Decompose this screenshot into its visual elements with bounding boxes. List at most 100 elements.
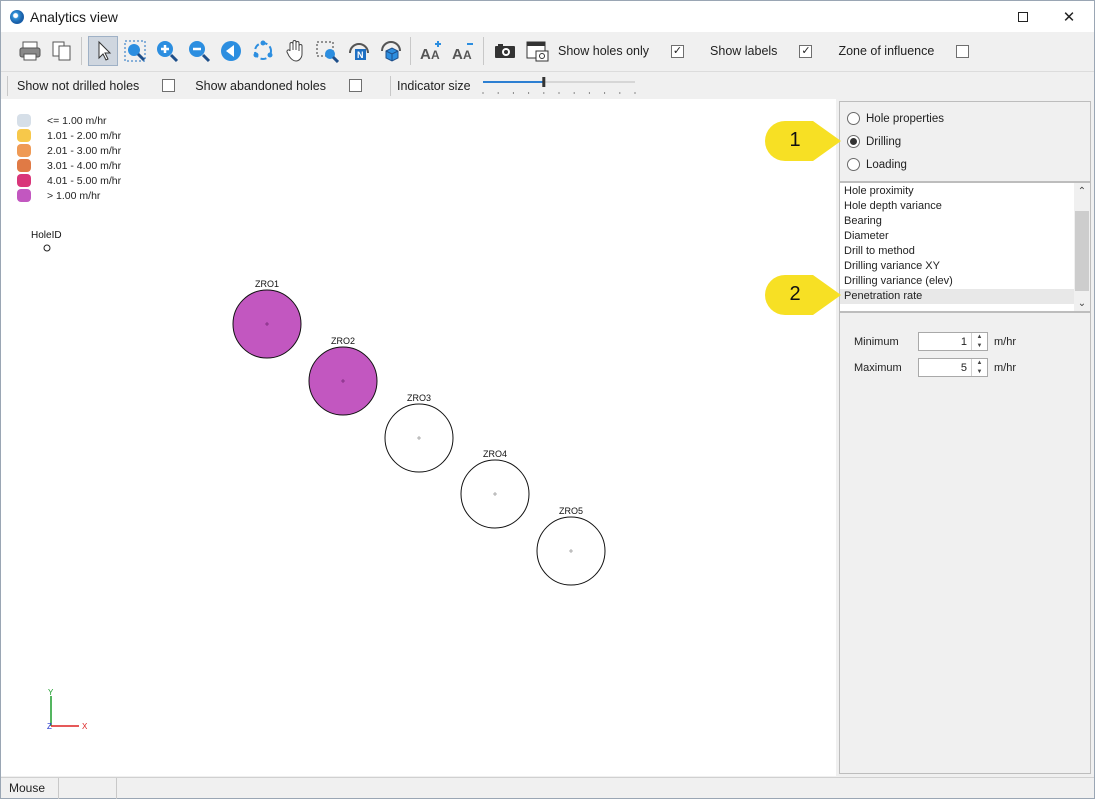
show-abandoned-checkbox[interactable] [348, 79, 362, 92]
indicator-size-label: Indicator size [396, 78, 471, 93]
radio-loading[interactable]: Loading [847, 158, 907, 171]
pan-button[interactable] [280, 36, 310, 66]
spin-up-icon[interactable]: ▲ [972, 359, 987, 368]
z-axis-label: Z [47, 722, 52, 731]
zoom-extents-icon [124, 40, 146, 62]
hole-label: ZRO5 [559, 506, 583, 516]
radio-hole-properties[interactable]: Hole properties [847, 112, 944, 125]
analytics-canvas[interactable]: <= 1.00 m/hr 1.01 - 2.00 m/hr 2.01 - 3.00 … [1, 99, 836, 776]
svg-text:A: A [463, 48, 472, 62]
north-arrow-icon: N [349, 43, 369, 60]
text-larger-button[interactable]: AA [417, 36, 447, 66]
text-smaller-button[interactable]: AA [449, 36, 479, 66]
callout-2: 2 [763, 273, 843, 320]
text-larger-icon: AA [420, 41, 441, 63]
radio-button[interactable] [847, 135, 860, 148]
3d-view-button[interactable] [376, 36, 406, 66]
spin-down-icon[interactable]: ▼ [972, 342, 987, 351]
properties-panel: Hole properties Drilling Loading Hole pr… [837, 99, 1094, 776]
drill-hole[interactable]: ZRO1 [232, 279, 302, 359]
show-holes-only-checkbox[interactable]: ✓ [671, 44, 685, 58]
radio-drilling[interactable]: Drilling [847, 135, 901, 148]
zoom-in-icon [157, 41, 179, 63]
mode-radio-group: Hole properties Drilling Loading [839, 101, 1091, 182]
minimum-unit: m/hr [994, 335, 1016, 348]
text-smaller-icon: AA [452, 43, 473, 63]
list-item[interactable]: Drill to method [840, 244, 1076, 259]
y-axis-label: Y [48, 688, 54, 697]
window-title: Analytics view [30, 8, 118, 25]
north-view-button[interactable]: N [344, 36, 374, 66]
zoom-previous-button[interactable] [216, 36, 246, 66]
svg-text:A: A [431, 48, 440, 62]
camera-button[interactable] [490, 36, 520, 66]
minimum-row: Minimum 1 ▲ ▼ m/hr [854, 332, 1016, 351]
drill-hole[interactable]: ZRO5 [536, 506, 606, 586]
minimum-stepper[interactable]: 1 ▲ ▼ [918, 332, 988, 351]
hole-plot: Y Z X ZRO1 ZRO2 ZRO3 ZRO4 ZRO5 [43, 244, 606, 731]
radio-button[interactable] [847, 112, 860, 125]
status-mouse: Mouse [1, 777, 59, 799]
maximize-button[interactable] [1000, 1, 1046, 32]
radio-label: Hole properties [866, 112, 944, 125]
main-toolbar: N AA AA Show holes only ✓ Show labels ✓ … [1, 32, 1094, 70]
pan-hand-icon [286, 40, 303, 62]
zone-of-influence-checkbox[interactable] [956, 44, 970, 58]
zoom-out-button[interactable] [184, 36, 214, 66]
property-listbox[interactable]: Hole proximity Hole depth variance Beari… [839, 182, 1091, 312]
spin-down-icon[interactable]: ▼ [972, 368, 987, 377]
show-not-drilled-checkbox[interactable] [162, 79, 176, 92]
app-icon [10, 9, 24, 24]
drill-hole[interactable]: ZRO2 [308, 336, 378, 416]
status-cell-empty [59, 777, 117, 799]
list-item[interactable]: Bearing [840, 214, 1076, 229]
select-button[interactable] [88, 36, 118, 66]
scroll-thumb[interactable] [1075, 211, 1089, 291]
screenshot-window-button[interactable] [522, 36, 552, 66]
range-settings: Minimum 1 ▲ ▼ m/hr Maximum 5 ▲ ▼ m/hr [839, 312, 1091, 774]
drill-hole[interactable]: ZRO3 [384, 393, 454, 473]
radio-button[interactable] [847, 158, 860, 171]
scroll-down-icon[interactable]: ⌄ [1074, 295, 1090, 311]
list-item[interactable]: Drilling variance (elev) [840, 274, 1076, 289]
toolbar-separator [483, 37, 484, 65]
zoom-extents-button[interactable] [120, 36, 150, 66]
options-toolbar: Show not drilled holes Show abandoned ho… [1, 71, 1094, 99]
list-item-selected[interactable]: Penetration rate [840, 289, 1076, 304]
close-icon: ✕ [1062, 8, 1076, 26]
list-item[interactable]: Drilling variance XY [840, 259, 1076, 274]
maximum-value[interactable]: 5 [961, 362, 967, 374]
show-labels-label: Show labels [710, 44, 778, 58]
drill-hole[interactable]: ZRO4 [460, 449, 530, 529]
list-item[interactable]: Diameter [840, 229, 1076, 244]
list-item[interactable]: Hole depth variance [840, 199, 1076, 214]
title-bar: Analytics view ✕ [1, 1, 1094, 32]
list-scrollbar[interactable]: ⌃ ⌄ [1074, 183, 1090, 311]
zone-of-influence-label: Zone of influence [838, 44, 935, 58]
minimum-label: Minimum [854, 335, 899, 348]
callout-1: 1 [763, 119, 843, 166]
show-labels-checkbox[interactable]: ✓ [799, 44, 813, 58]
analytics-window: Analytics view ✕ N A A A A Show holes on… [0, 0, 1095, 799]
zoom-window-icon [316, 41, 339, 63]
slider-fill [482, 80, 544, 83]
slider-thumb[interactable] [541, 76, 545, 87]
scroll-up-icon[interactable]: ⌃ [1074, 183, 1090, 199]
minimum-value[interactable]: 1 [961, 336, 967, 348]
close-button[interactable]: ✕ [1046, 1, 1092, 32]
list-item[interactable]: Hole proximity [840, 184, 1076, 199]
zoom-in-button[interactable] [152, 36, 182, 66]
spin-up-icon[interactable]: ▲ [972, 333, 987, 342]
rotate-button[interactable] [248, 36, 278, 66]
radio-label: Drilling [866, 135, 902, 148]
status-bar: Mouse [1, 777, 1094, 799]
toolbar-separator [410, 37, 411, 65]
axis-triad: Y Z X [47, 688, 88, 731]
print-button[interactable] [15, 36, 45, 66]
indicator-size-slider[interactable] [481, 76, 641, 96]
maximum-stepper[interactable]: 5 ▲ ▼ [918, 358, 988, 377]
svg-text:A: A [452, 46, 463, 63]
copy-button[interactable] [47, 36, 77, 66]
zoom-window-button[interactable] [312, 36, 342, 66]
maximum-label: Maximum [854, 361, 902, 374]
